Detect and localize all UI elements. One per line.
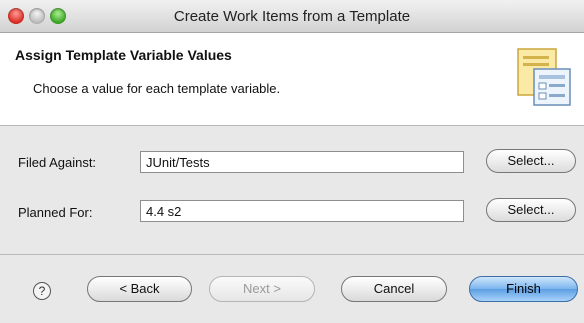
planned-for-label: Planned For: bbox=[18, 205, 93, 220]
page-description: Choose a value for each template variabl… bbox=[33, 81, 281, 96]
planned-for-input[interactable] bbox=[140, 200, 464, 222]
wizard-header: Assign Template Variable Values Choose a… bbox=[0, 33, 584, 126]
footer-separator bbox=[0, 254, 584, 255]
planned-for-select-button[interactable]: Select... bbox=[486, 198, 576, 222]
cancel-button[interactable]: Cancel bbox=[341, 276, 447, 302]
back-button[interactable]: < Back bbox=[87, 276, 192, 302]
help-icon[interactable]: ? bbox=[33, 282, 51, 300]
window-title: Create Work Items from a Template bbox=[173, 8, 411, 25]
page-title: Assign Template Variable Values bbox=[15, 47, 232, 63]
filed-against-select-button[interactable]: Select... bbox=[486, 149, 576, 173]
wizard-banner-icon bbox=[517, 48, 571, 106]
next-button: Next > bbox=[209, 276, 315, 302]
finish-button[interactable]: Finish bbox=[469, 276, 578, 302]
filed-against-input[interactable] bbox=[140, 151, 464, 173]
title-bar: Create Work Items from a Template bbox=[0, 0, 584, 33]
filed-against-label: Filed Against: bbox=[18, 155, 97, 170]
